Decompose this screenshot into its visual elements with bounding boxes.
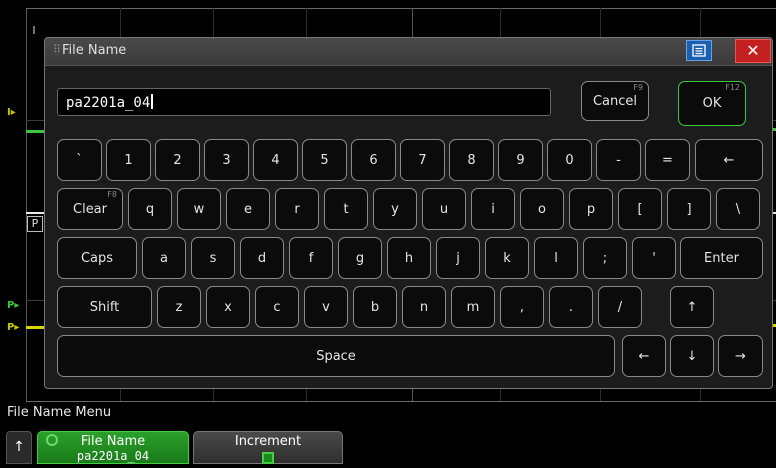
graticule-bottom: [26, 401, 776, 402]
row1-key-11[interactable]: -: [596, 139, 641, 181]
row2-key-0[interactable]: q: [128, 188, 172, 230]
row1-key-12[interactable]: =: [645, 139, 690, 181]
arrow-up-key[interactable]: ↑: [670, 286, 714, 328]
caps-key[interactable]: Caps: [57, 237, 137, 279]
space-key[interactable]: Space: [57, 335, 615, 377]
row3-key-6[interactable]: j: [436, 237, 480, 279]
row3-key-1[interactable]: s: [191, 237, 235, 279]
enter-key[interactable]: Enter: [680, 237, 763, 279]
row3-key-2[interactable]: d: [240, 237, 284, 279]
row2-key-12[interactable]: \: [716, 188, 760, 230]
row1-key-7[interactable]: 7: [400, 139, 445, 181]
row1-key-10[interactable]: 0: [547, 139, 592, 181]
row4-key-3[interactable]: v: [304, 286, 348, 328]
row1-key-6[interactable]: 6: [351, 139, 396, 181]
pane-label-top: I: [27, 24, 41, 38]
row3-key-10[interactable]: ': [632, 237, 676, 279]
arrow-up-icon: ↑: [13, 439, 25, 455]
menu-icon[interactable]: [686, 40, 712, 61]
row2-key-10[interactable]: [: [618, 188, 662, 230]
row2-key-11[interactable]: ]: [667, 188, 711, 230]
row1-key-3[interactable]: 3: [204, 139, 249, 181]
row1-key-9[interactable]: 9: [498, 139, 543, 181]
arrow-down-key[interactable]: ↓: [670, 335, 714, 377]
pane-label-mid: P: [27, 216, 43, 232]
row2-key-5[interactable]: y: [373, 188, 417, 230]
text-caret: [151, 94, 154, 109]
row4-key-0[interactable]: z: [157, 286, 201, 328]
row4-key-7[interactable]: ,: [500, 286, 544, 328]
row3-key-0[interactable]: a: [142, 237, 186, 279]
increment-checkbox[interactable]: [262, 452, 274, 464]
row4-key-9[interactable]: /: [598, 286, 642, 328]
row4-key-8[interactable]: .: [549, 286, 593, 328]
dialog-titlebar[interactable]: ⠿ File Name ✕: [45, 38, 772, 66]
close-icon[interactable]: ✕: [735, 39, 771, 63]
channel-marker-i[interactable]: I▸: [7, 107, 16, 118]
row2-key-3[interactable]: r: [275, 188, 319, 230]
cancel-button[interactable]: F9 Cancel: [581, 81, 649, 121]
graticule-top: [26, 8, 776, 9]
channel-marker-p1[interactable]: P▸: [7, 300, 19, 311]
menu-up-button[interactable]: ↑: [6, 431, 32, 464]
backspace-key[interactable]: ←: [695, 139, 763, 181]
softkey-increment[interactable]: Increment: [193, 431, 343, 464]
row2-key-9[interactable]: p: [569, 188, 613, 230]
row1-key-4[interactable]: 4: [253, 139, 298, 181]
row1-key-8[interactable]: 8: [449, 139, 494, 181]
shift-key[interactable]: Shift: [57, 286, 152, 328]
drag-grip-icon[interactable]: ⠿: [53, 43, 61, 56]
arrow-right-key[interactable]: →: [718, 335, 763, 377]
row2-key-4[interactable]: t: [324, 188, 368, 230]
row1-key-2[interactable]: 2: [155, 139, 200, 181]
row4-key-5[interactable]: n: [402, 286, 446, 328]
row4-key-4[interactable]: b: [353, 286, 397, 328]
row4-key-6[interactable]: m: [451, 286, 495, 328]
ok-button[interactable]: F12 OK: [678, 81, 746, 126]
row2-key-2[interactable]: e: [226, 188, 270, 230]
clear-key[interactable]: F8 Clear: [57, 188, 123, 230]
row4-key-1[interactable]: x: [206, 286, 250, 328]
row2-key-6[interactable]: u: [422, 188, 466, 230]
softkey-file-name[interactable]: File Name pa2201a_04: [37, 431, 189, 464]
row1-key-1[interactable]: 1: [106, 139, 151, 181]
row3-key-7[interactable]: k: [485, 237, 529, 279]
row2-key-7[interactable]: i: [471, 188, 515, 230]
row4-key-2[interactable]: c: [255, 286, 299, 328]
trace-green-left: [26, 130, 44, 133]
row3-key-3[interactable]: f: [289, 237, 333, 279]
row3-key-8[interactable]: l: [534, 237, 578, 279]
channel-marker-p2[interactable]: P▸: [7, 322, 19, 333]
row1-key-0[interactable]: `: [57, 139, 102, 181]
dialog-title: File Name: [62, 43, 127, 58]
arrow-left-key[interactable]: ←: [622, 335, 666, 377]
row2-key-1[interactable]: w: [177, 188, 221, 230]
row2-key-8[interactable]: o: [520, 188, 564, 230]
menu-title: File Name Menu: [7, 405, 112, 420]
file-name-dialog: ⠿ File Name ✕ pa2201a_04 F9 Cancel F12 O…: [44, 37, 773, 389]
row3-key-4[interactable]: g: [338, 237, 382, 279]
file-name-input[interactable]: pa2201a_04: [57, 88, 551, 116]
row3-key-5[interactable]: h: [387, 237, 431, 279]
row1-key-5[interactable]: 5: [302, 139, 347, 181]
row3-key-9[interactable]: ;: [583, 237, 627, 279]
select-knob-icon: [46, 434, 58, 446]
trace-yellow-left: [26, 326, 44, 329]
